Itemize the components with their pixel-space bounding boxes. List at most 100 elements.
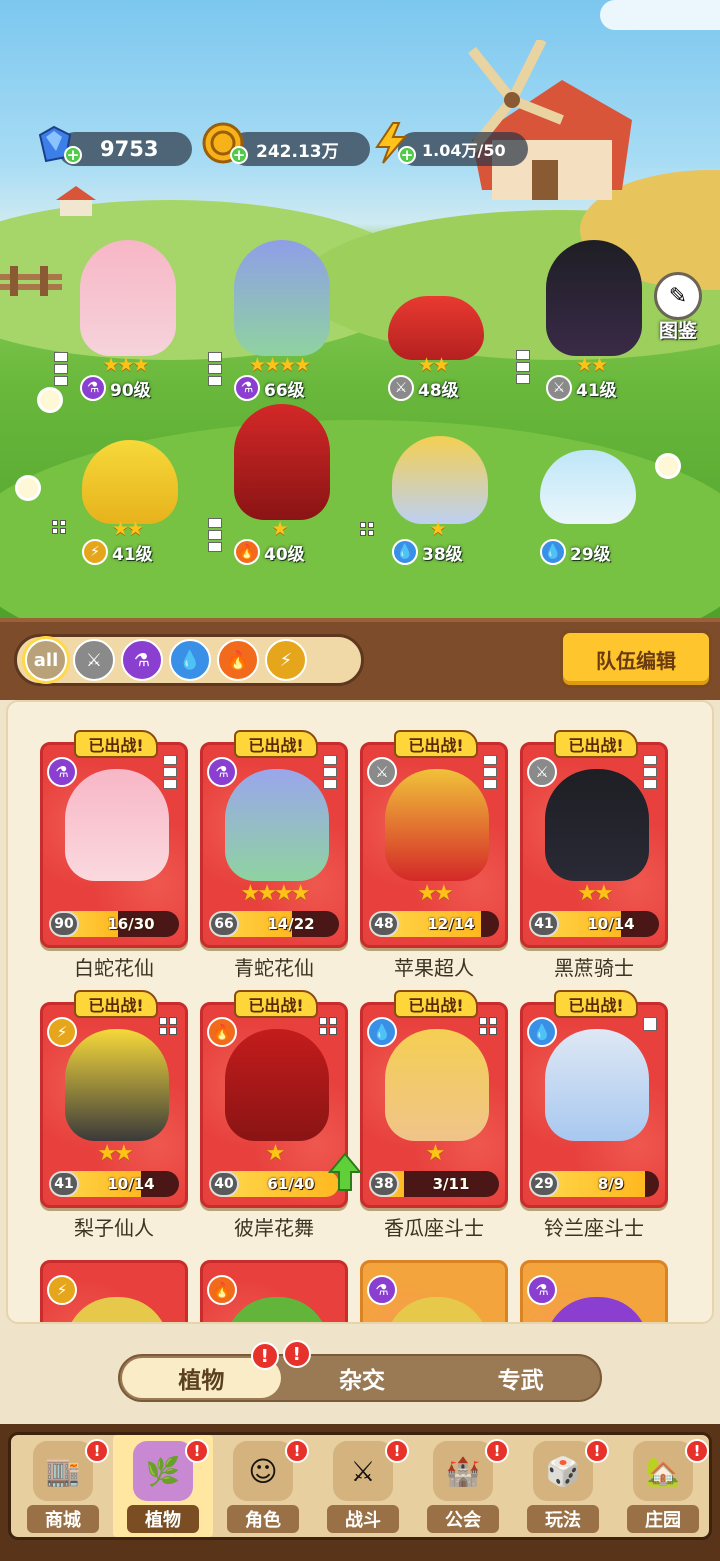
tab-plants-label: 植物 bbox=[178, 1368, 225, 1394]
field-hero[interactable]: ★ 🔥 40级 bbox=[214, 400, 344, 565]
flower bbox=[658, 456, 678, 476]
nav-battle[interactable]: ⚔ 战斗 ! bbox=[313, 1435, 413, 1537]
plant-card[interactable]: 🔥 ★ 40 61/40 bbox=[200, 1002, 348, 1208]
nav-shop[interactable]: 🏬 商城 ! bbox=[13, 1435, 113, 1537]
formation-marker-icon bbox=[54, 352, 68, 386]
plant-card[interactable]: ⚗ bbox=[520, 1260, 668, 1322]
plant-name: 苹果超人 bbox=[394, 956, 474, 980]
hero-stars: ★ bbox=[429, 518, 446, 540]
fire-icon: 🔥 bbox=[207, 1017, 237, 1047]
add-energy-button[interactable]: + bbox=[398, 146, 416, 164]
alert-badge: ! bbox=[85, 1439, 109, 1463]
plant-card[interactable]: ⚡ ★★ 41 10/14 bbox=[40, 1002, 188, 1208]
gems-value: 9753 bbox=[100, 137, 159, 161]
sword-icon: ⚔ bbox=[546, 375, 572, 401]
shard-progress-text: 10/14 bbox=[107, 1175, 155, 1193]
hero-stars: ★ bbox=[271, 518, 288, 540]
plant-card[interactable]: 💧 29 8/9 bbox=[520, 1002, 668, 1208]
roster-grid: ⚗ 90 16/30 已出战! 白蛇花仙 ⚗ ★★★★ 66 14/22 已出战! 青蛇花仙 ⚔ ★★ 4… bbox=[6, 700, 714, 1324]
formation-marker-icon bbox=[483, 755, 497, 789]
battle-icon: ⚔ bbox=[333, 1441, 393, 1501]
shard-progress-bar: 40 61/40 bbox=[209, 1171, 339, 1197]
plant-card[interactable]: ⚔ ★★ 48 12/14 bbox=[360, 742, 508, 948]
nav-manor-label: 庄园 bbox=[627, 1505, 699, 1533]
field-hero[interactable]: ★★★★ ⚗ 66级 bbox=[214, 236, 344, 401]
plant-card[interactable]: ⚡ bbox=[40, 1260, 188, 1322]
filter-all-button[interactable]: all bbox=[25, 639, 67, 681]
nav-plants[interactable]: 🌿 植物 ! bbox=[113, 1435, 213, 1537]
plant-level: 48 bbox=[369, 911, 399, 937]
plant-portrait bbox=[385, 1029, 489, 1141]
fire-icon: 🔥 bbox=[226, 649, 250, 671]
alert-badge: ! bbox=[250, 1342, 279, 1370]
energy-counter[interactable]: 1.04万/50 bbox=[398, 132, 528, 166]
field-hero[interactable]: ★★ ⚡ 41级 bbox=[62, 400, 192, 565]
plant-stars: ★★ bbox=[417, 881, 453, 906]
plant-level: 29 bbox=[529, 1171, 559, 1197]
fire-icon: 🔥 bbox=[207, 1275, 237, 1305]
bottom-navigation: 🏬 商城 ! 🌿 植物 ! ☺ 角色 ! ⚔ 战斗 ! 🏰 公会 ! 🎲 玩法 … bbox=[0, 1424, 720, 1561]
plant-portrait bbox=[65, 769, 169, 881]
filter-water-button[interactable]: 💧 bbox=[169, 639, 211, 681]
deployed-badge: 已出战! bbox=[234, 990, 318, 1018]
filter-sword-button[interactable]: ⚔ bbox=[73, 639, 115, 681]
upgrade-arrow-icon bbox=[328, 1152, 362, 1191]
tab-hybrid-label: 杂交 bbox=[339, 1368, 385, 1394]
formation-marker-icon bbox=[516, 350, 530, 384]
tab-plants[interactable]: 植物 ! bbox=[122, 1342, 281, 1398]
gold-counter[interactable]: 242.13万 bbox=[230, 132, 370, 166]
hero-sprite bbox=[388, 296, 484, 360]
plant-card[interactable]: 💧 ★ 38 3/11 bbox=[360, 1002, 508, 1208]
nav-character[interactable]: ☺ 角色 ! bbox=[213, 1435, 313, 1537]
add-gold-button[interactable]: + bbox=[230, 146, 248, 164]
hero-stars: ★★ bbox=[111, 518, 144, 540]
fire-icon: 🔥 bbox=[234, 539, 260, 565]
field-hero[interactable]: ★★★ ⚗ 90级 bbox=[60, 236, 190, 401]
shard-progress-bar: 41 10/14 bbox=[49, 1171, 179, 1197]
potion-icon: ⚗ bbox=[527, 1275, 557, 1305]
nav-guild[interactable]: 🏰 公会 ! bbox=[413, 1435, 513, 1537]
shard-progress-text: 14/22 bbox=[267, 915, 315, 933]
plant-level: 41 bbox=[49, 1171, 79, 1197]
filter-fire-button[interactable]: 🔥 bbox=[217, 639, 259, 681]
water-icon: 💧 bbox=[367, 1017, 397, 1047]
shard-progress-bar: 29 8/9 bbox=[529, 1171, 659, 1197]
formation-grid-icon bbox=[159, 1017, 177, 1035]
filter-potion-button[interactable]: ⚗ bbox=[121, 639, 163, 681]
hero-level: 💧 38级 bbox=[392, 538, 463, 566]
water-icon: 💧 bbox=[178, 649, 202, 671]
nav-gameplay[interactable]: 🎲 玩法 ! bbox=[513, 1435, 613, 1537]
plant-card[interactable]: ⚗ bbox=[360, 1260, 508, 1322]
field-hero[interactable]: ★★ ⚔ 48级 bbox=[368, 236, 498, 401]
plant-card[interactable]: 🔥 bbox=[200, 1260, 348, 1322]
tab-exclusive-weapon[interactable]: 专武 bbox=[441, 1356, 600, 1400]
hero-sprite bbox=[540, 450, 636, 524]
filter-lightning-button[interactable]: ⚡ bbox=[265, 639, 307, 681]
plant-card[interactable]: ⚗ 90 16/30 bbox=[40, 742, 188, 948]
field-hero[interactable]: ★ 💧 38级 bbox=[372, 400, 502, 565]
nav-plants-label: 植物 bbox=[127, 1505, 199, 1533]
field-hero[interactable]: 💧 29级 bbox=[520, 400, 650, 565]
formation-slot-icon bbox=[643, 1017, 657, 1031]
plant-portrait bbox=[65, 1029, 169, 1141]
hero-sprite bbox=[234, 240, 330, 356]
plant-portrait bbox=[545, 1029, 649, 1141]
add-gems-button[interactable]: + bbox=[64, 146, 82, 164]
tab-hybrid[interactable]: 杂交 ! bbox=[282, 1340, 442, 1400]
nav-manor[interactable]: 🏡 庄园 ! bbox=[613, 1435, 713, 1537]
potion-icon: ⚗ bbox=[367, 1275, 397, 1305]
field-hero[interactable]: ★★ ⚔ 41级 bbox=[526, 236, 656, 401]
hero-stars: ★★ bbox=[575, 354, 608, 376]
plant-card[interactable]: ⚔ ★★ 41 10/14 bbox=[520, 742, 668, 948]
shard-progress-bar: 41 10/14 bbox=[529, 911, 659, 937]
deployed-badge: 已出战! bbox=[394, 990, 478, 1018]
plant-stars: ★ bbox=[425, 1141, 446, 1166]
plant-stars: ★★ bbox=[577, 881, 613, 906]
water-icon: 💧 bbox=[540, 539, 566, 565]
flower bbox=[40, 390, 60, 410]
nav-character-label: 角色 bbox=[227, 1505, 299, 1533]
plant-card[interactable]: ⚗ ★★★★ 66 14/22 bbox=[200, 742, 348, 948]
formation-marker-icon bbox=[208, 352, 222, 386]
plant-level: 41 bbox=[529, 911, 559, 937]
team-edit-button[interactable]: 队伍编辑 bbox=[560, 630, 712, 688]
